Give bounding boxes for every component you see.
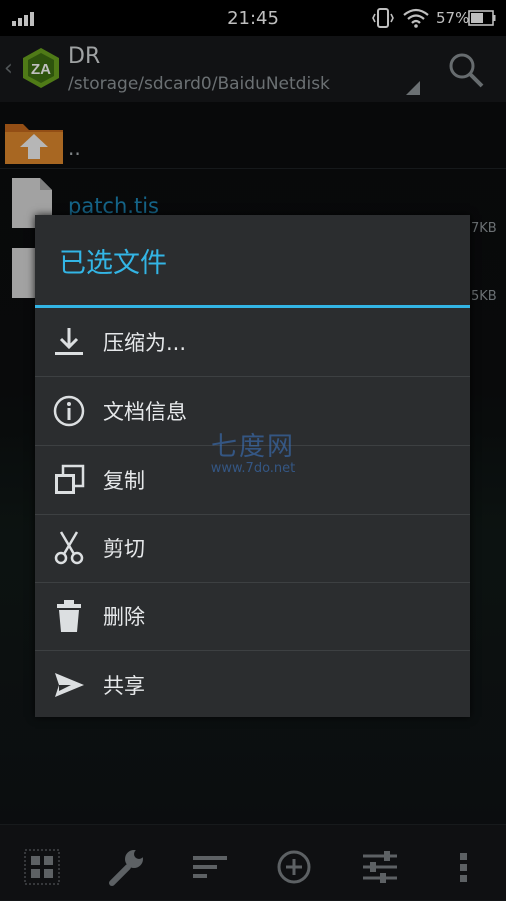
send-icon: [55, 673, 84, 697]
watermark-url: www.7do.net: [210, 461, 296, 476]
trash-icon: [57, 600, 81, 632]
menu-item-compress[interactable]: 压缩为...: [35, 308, 470, 377]
watermark: 七度网 www.7do.net: [198, 426, 308, 476]
menu-item-label: 压缩为...: [103, 331, 187, 355]
menu-item-label: 文档信息: [103, 400, 187, 424]
menu-item-label: 共享: [103, 674, 145, 698]
watermark-title: 七度网: [210, 432, 295, 462]
download-icon: [55, 328, 83, 355]
menu-item-label: 剪切: [103, 537, 145, 561]
copy-icon: [55, 464, 85, 494]
dialog-title: 已选文件: [59, 248, 167, 279]
menu-item-label: 删除: [103, 605, 145, 629]
menu-item-share[interactable]: 共享: [35, 651, 470, 719]
scissors-icon: [54, 531, 84, 565]
menu-item-delete[interactable]: 删除: [35, 582, 470, 651]
menu-item-label: 复制: [103, 469, 145, 493]
menu-item-cut[interactable]: 剪切: [35, 514, 470, 583]
info-icon: [53, 395, 85, 427]
